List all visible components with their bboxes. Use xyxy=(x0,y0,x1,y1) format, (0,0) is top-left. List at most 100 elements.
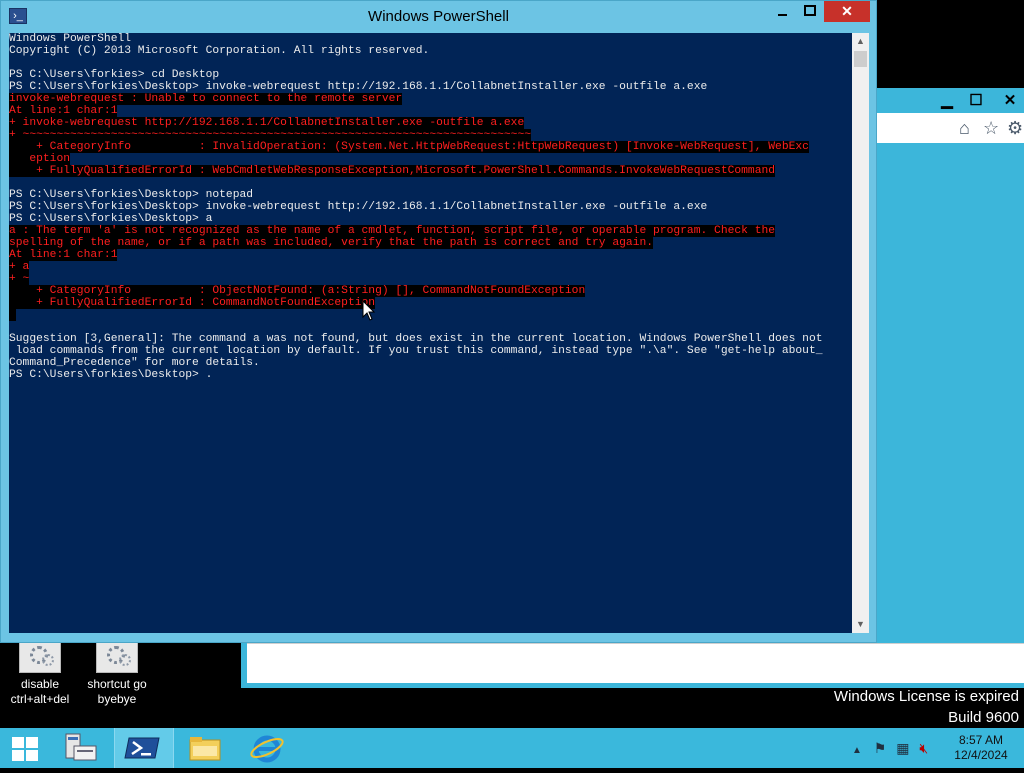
console-error-line: a : The term 'a' is not recognized as th… xyxy=(9,225,852,237)
console-line-text: eption xyxy=(9,153,71,165)
maximize-button[interactable] xyxy=(797,1,823,22)
internet-explorer-icon xyxy=(250,735,284,763)
console-error-line xyxy=(9,309,852,321)
settings-gear-icon xyxy=(19,641,61,673)
console-error-line: + a xyxy=(9,261,852,273)
console-line-text: + FullyQualifiedErrorId : WebCmdletWebRe… xyxy=(9,165,776,177)
console-line-text: PS C:\Users\forkies\Desktop> invoke-webr… xyxy=(9,201,708,213)
console-output-line: PS C:\Users\forkies\Desktop> invoke-webr… xyxy=(9,81,852,93)
console-error-line: eption xyxy=(9,153,852,165)
server-manager-icon xyxy=(65,733,97,761)
console-line-text: Suggestion [3,General]: The command a wa… xyxy=(9,333,823,345)
console-output-line: Windows PowerShell xyxy=(9,33,852,45)
file-explorer-icon xyxy=(189,737,221,761)
console-error-line: At line:1 char:1 xyxy=(9,105,852,117)
console-line-text: At line:1 char:1 xyxy=(9,105,118,117)
settings-gear-icon[interactable]: ⚙ xyxy=(1007,119,1023,137)
console-output-line: PS C:\Users\forkies\Desktop> notepad xyxy=(9,189,852,201)
license-expired-text: Windows License is expired xyxy=(833,688,1019,705)
console-output-line: Copyright (C) 2013 Microsoft Corporation… xyxy=(9,45,852,57)
clock-date: 12/4/2024 xyxy=(954,748,1008,762)
console-error-line: + FullyQualifiedErrorId : WebCmdletWebRe… xyxy=(9,165,852,177)
window-title: Windows PowerShell xyxy=(368,8,509,25)
volume-muted-icon[interactable]: 🔇︎ xyxy=(919,740,928,756)
network-icon[interactable]: ▦ xyxy=(896,740,909,756)
license-watermark: Windows License is expired Build 9600 xyxy=(834,686,1019,728)
console-line-text: PS C:\Users\forkies\Desktop> a xyxy=(9,213,213,225)
title-bar[interactable]: ›_ Windows PowerShell ✕ xyxy=(1,1,876,33)
console-line-text: + ~ xyxy=(9,273,30,285)
console-output-line: load commands from the current location … xyxy=(9,345,852,357)
console-error-line: invoke-webrequest : Unable to connect to… xyxy=(9,93,852,105)
console-line-text: PS C:\Users\forkies> cd Desktop xyxy=(9,69,220,81)
desktop-icon-label: shortcut go byebye xyxy=(87,677,147,706)
close-button[interactable]: ✕ xyxy=(824,1,870,22)
desktop-icon-label: disable ctrl+alt+del xyxy=(10,677,70,706)
console-error-line: + invoke-webrequest http://192.168.1.1/C… xyxy=(9,117,852,129)
console-error-line: spelling of the name, or if a path was i… xyxy=(9,237,852,249)
console-line-text: + CategoryInfo : InvalidOperation: (Syst… xyxy=(9,141,809,153)
console-output-line: PS C:\Users\forkies\Desktop> invoke-webr… xyxy=(9,201,852,213)
action-center-flag-icon[interactable]: ⚑ xyxy=(874,740,887,756)
maximize-icon xyxy=(804,5,816,16)
console-error-line: + ~ xyxy=(9,273,852,285)
vertical-scrollbar[interactable]: ▲ ▼ xyxy=(852,33,869,633)
show-hidden-icons-chevron-icon[interactable]: ▲ xyxy=(852,745,862,756)
powershell-window[interactable]: ›_ Windows PowerShell ✕ Windows PowerShe… xyxy=(0,0,877,643)
console-output-line: Command_Precedence" for more details. xyxy=(9,357,852,369)
console-line-text: + CategoryInfo : ObjectNotFound: (a:Stri… xyxy=(9,285,586,297)
mouse-cursor-icon xyxy=(362,300,376,321)
console-output-line: PS C:\Users\forkies\Desktop> . xyxy=(9,369,852,381)
settings-gear-icon xyxy=(96,641,138,673)
console-error-line: At line:1 char:1 xyxy=(9,249,852,261)
scroll-up-arrow-icon[interactable]: ▲ xyxy=(852,33,869,50)
maximize-button[interactable]: ☐ xyxy=(963,90,989,112)
system-tray: ▲ ⚑ ▦ 🔇︎ xyxy=(852,740,928,759)
minimize-button[interactable] xyxy=(769,1,795,22)
console-line-text: + invoke-webrequest http://192.168.1.1/C… xyxy=(9,117,525,129)
console-error-line: + FullyQualifiedErrorId : CommandNotFoun… xyxy=(9,297,852,309)
console-line-text: spelling of the name, or if a path was i… xyxy=(9,237,654,249)
console-line-text: At line:1 char:1 xyxy=(9,249,118,261)
close-icon: ✕ xyxy=(841,3,853,19)
console-line-text: + ~~~~~~~~~~~~~~~~~~~~~~~~~~~~~~~~~~~~~~… xyxy=(9,129,532,141)
console-line-text: a : The term 'a' is not recognized as th… xyxy=(9,225,776,237)
browser-content-area xyxy=(247,643,1024,683)
favorites-star-icon[interactable]: ☆ xyxy=(983,119,999,137)
minimize-icon xyxy=(777,14,787,16)
console-output-line: PS C:\Users\forkies\Desktop> a xyxy=(9,213,852,225)
console-line-text: + a xyxy=(9,261,30,273)
scroll-down-arrow-icon[interactable]: ▼ xyxy=(852,616,869,633)
console-line-text: + FullyQualifiedErrorId : CommandNotFoun… xyxy=(9,297,376,309)
minimize-button[interactable]: ▁ xyxy=(934,90,960,112)
console-output[interactable]: Windows PowerShell Copyright (C) 2013 Mic… xyxy=(9,33,852,633)
home-icon[interactable]: ⌂ xyxy=(959,119,970,137)
start-icon xyxy=(12,737,38,761)
console-error-line: + ~~~~~~~~~~~~~~~~~~~~~~~~~~~~~~~~~~~~~~… xyxy=(9,129,852,141)
taskbar-internet-explorer[interactable] xyxy=(238,728,296,768)
taskbar-server-manager[interactable] xyxy=(56,728,114,768)
console-line-text: Command_Precedence" for more details. xyxy=(9,357,260,369)
console-line-text: PS C:\Users\forkies\Desktop> notepad xyxy=(9,189,254,201)
console-line-text: load commands from the current location … xyxy=(9,345,823,357)
desktop-shortcut-disable-ctrl-alt-del[interactable]: disable ctrl+alt+del xyxy=(0,641,80,707)
clock-time: 8:57 AM xyxy=(958,733,1004,747)
console-line-text: invoke-webrequest : Unable to connect to… xyxy=(9,93,403,105)
console-line-text: PS C:\Users\forkies\Desktop> invoke-webr… xyxy=(9,81,708,93)
start-button[interactable] xyxy=(0,728,58,768)
console-line-text xyxy=(9,309,16,321)
console-line-text: PS C:\Users\forkies\Desktop> . xyxy=(9,369,213,381)
system-clock[interactable]: 8:57 AM 12/4/2024 xyxy=(950,733,1012,763)
console-line-text: Copyright (C) 2013 Microsoft Corporation… xyxy=(9,45,430,57)
close-button[interactable]: ✕ xyxy=(997,90,1023,112)
taskbar: ▲ ⚑ ▦ 🔇︎ 8:57 AM 12/4/2024 xyxy=(0,728,1024,768)
console-output-line: Suggestion [3,General]: The command a wa… xyxy=(9,333,852,345)
taskbar-powershell[interactable] xyxy=(114,728,174,768)
scrollbar-thumb[interactable] xyxy=(854,51,867,67)
desktop-shortcut-go-byebye[interactable]: shortcut go byebye xyxy=(77,641,157,707)
browser-toolbar: ⌂ ☆ ⚙ xyxy=(877,113,1024,143)
taskbar-file-explorer[interactable] xyxy=(176,728,234,768)
